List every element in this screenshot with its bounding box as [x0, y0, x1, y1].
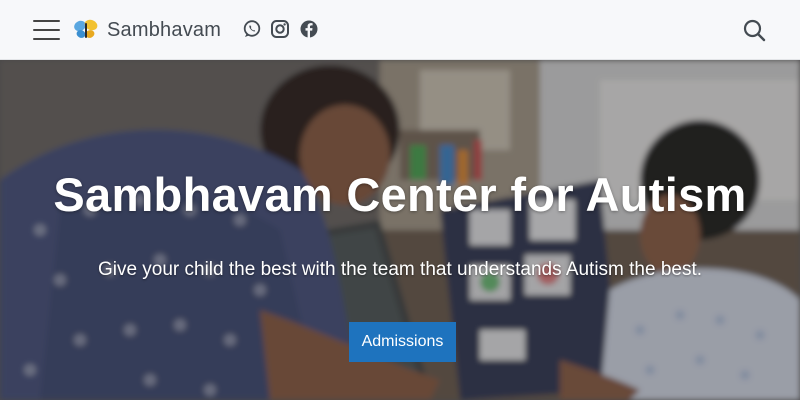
butterfly-logo-icon [73, 17, 99, 43]
admissions-button[interactable]: Admissions [349, 322, 456, 362]
search-icon[interactable] [742, 18, 766, 42]
site-brand-link[interactable]: Sambhavam [73, 15, 221, 45]
hero-subtitle: Give your child the best with the team t… [97, 259, 703, 280]
site-name: Sambhavam [107, 18, 222, 41]
site-header: Sambhavam [0, 0, 800, 60]
facebook-icon[interactable] [299, 19, 319, 39]
hamburger-menu-icon[interactable] [33, 19, 60, 41]
hero-banner: Sambhavam Center for Autism Give your ch… [0, 60, 800, 400]
instagram-icon[interactable] [270, 19, 290, 39]
whatsapp-icon[interactable] [242, 19, 262, 39]
hero-title: Sambhavam Center for Autism [53, 168, 747, 221]
